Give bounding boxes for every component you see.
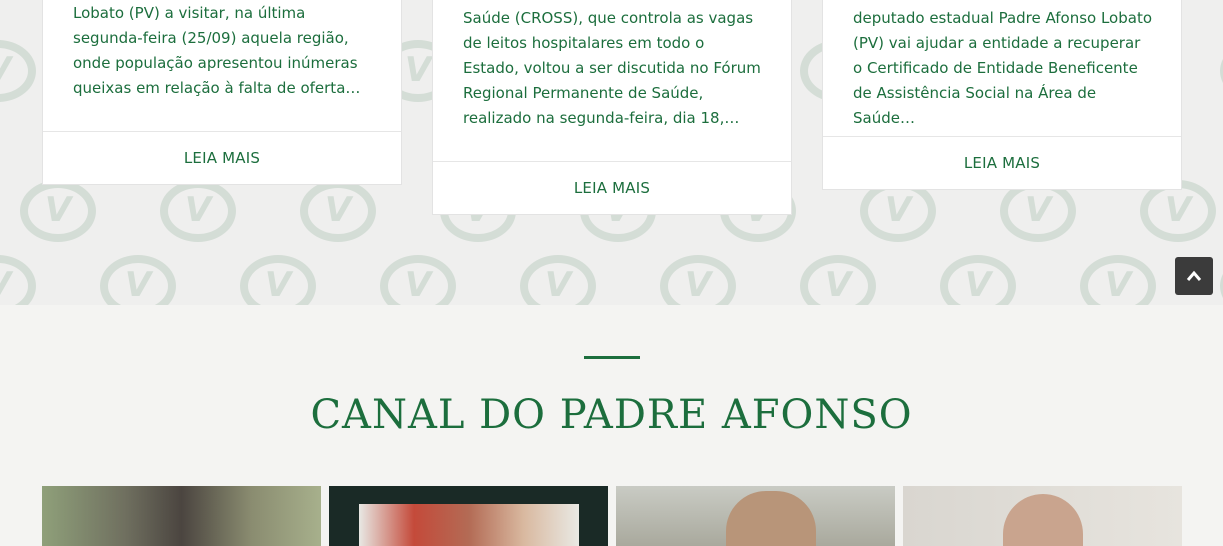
v-logo-pattern-icon [940, 255, 1016, 305]
read-more-link[interactable]: LEIA MAIS [823, 154, 1181, 172]
video-thumbnail[interactable] [616, 486, 895, 546]
card-divider [433, 161, 791, 162]
v-logo-pattern-icon [380, 255, 456, 305]
read-more-link[interactable]: LEIA MAIS [433, 179, 791, 197]
section-title: CANAL DO PADRE AFONSO [310, 392, 913, 438]
v-logo-pattern-icon [660, 255, 736, 305]
read-more-link[interactable]: LEIA MAIS [43, 149, 401, 167]
section-title-rule [584, 356, 640, 359]
thumbnail-photo [1003, 494, 1083, 546]
card-excerpt: deputado estadual Padre Afonso Lobato (P… [853, 9, 1153, 127]
v-logo-pattern-icon [800, 255, 876, 305]
v-logo-pattern-icon [520, 255, 596, 305]
v-logo-pattern-icon [100, 255, 176, 305]
card-excerpt: Saúde (CROSS), que controla as vagas de … [463, 9, 761, 127]
thumbnail-photo [726, 491, 816, 546]
news-card: deputado estadual Padre Afonso Lobato (P… [822, 0, 1182, 190]
v-logo-pattern-icon [20, 180, 96, 242]
video-thumbnail[interactable] [329, 486, 608, 546]
thumbnail-photo [359, 504, 579, 546]
news-card: Lobato (PV) a visitar, na última segunda… [42, 0, 402, 185]
v-logo-pattern-icon [240, 255, 316, 305]
v-logo-pattern-icon [300, 180, 376, 242]
card-divider [43, 131, 401, 132]
card-divider [823, 136, 1181, 137]
v-logo-pattern-icon [0, 255, 36, 305]
news-card: Saúde (CROSS), que controla as vagas de … [432, 0, 792, 215]
chevron-up-icon [1186, 270, 1202, 281]
v-logo-pattern-icon [160, 180, 236, 242]
video-thumbnail[interactable] [903, 486, 1182, 546]
v-logo-pattern-icon [1080, 255, 1156, 305]
v-logo-pattern-icon [0, 40, 36, 102]
video-thumbnail[interactable] [42, 486, 321, 546]
card-excerpt: Lobato (PV) a visitar, na última segunda… [73, 4, 361, 97]
scroll-to-top-button[interactable] [1175, 257, 1213, 295]
